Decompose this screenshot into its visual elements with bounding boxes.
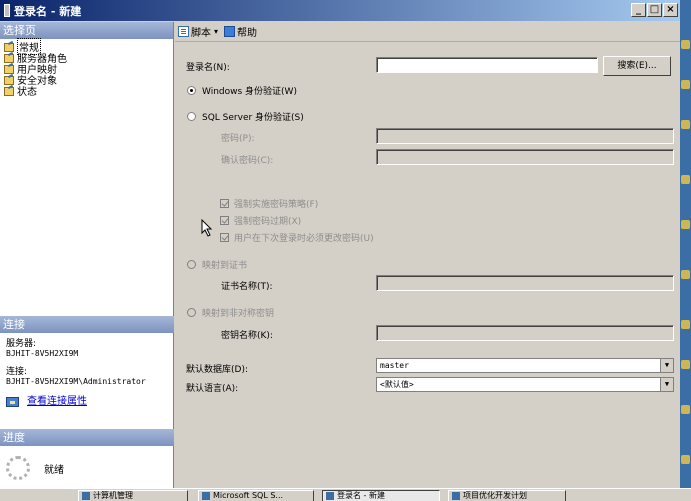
enforce-expiration-label: 强制密码过期(X)	[234, 217, 302, 227]
enforce-policy-checkbox[interactable]: 强制实施密码策略(F)	[220, 197, 318, 210]
default-lang-value: <默认值>	[380, 380, 414, 389]
main-pane: 脚本 ▾ 帮助 登录名(N): 搜索(E)... Windows 身份验证(W)…	[175, 22, 680, 488]
desktop-icon[interactable]	[681, 80, 690, 89]
radio-icon	[187, 308, 196, 317]
password-input[interactable]	[376, 128, 674, 144]
taskbar-item[interactable]: Microsoft SQL S...	[198, 490, 314, 501]
page-icon	[4, 64, 14, 74]
search-button[interactable]: 搜索(E)...	[603, 56, 671, 76]
radio-icon	[187, 112, 196, 121]
map-certificate-label: 映射到证书	[202, 261, 248, 271]
connection-header: 连接	[0, 316, 174, 333]
window-icon	[4, 4, 10, 17]
page-icon	[4, 42, 14, 52]
connection-label: 连接:	[6, 367, 28, 377]
dropdown-arrow-icon[interactable]: ▼	[660, 359, 673, 372]
maximize-button[interactable]: □	[647, 3, 662, 17]
taskbar: 计算机管理 Microsoft SQL S... 登录名 - 新建 项目优化开发…	[0, 488, 691, 501]
desktop-icon[interactable]	[681, 220, 690, 229]
close-button[interactable]: ×	[663, 3, 678, 17]
map-asym-key-radio[interactable]: 映射到非对称密钥	[187, 306, 274, 319]
page-icon	[4, 53, 14, 63]
radio-icon	[187, 86, 196, 95]
must-change-checkbox[interactable]: 用户在下次登录时必须更改密码(U)	[220, 231, 374, 244]
certificate-name-label: 证书名称(T):	[221, 282, 273, 292]
view-connection-properties-link[interactable]: 查看连接属性	[6, 397, 168, 407]
page-icon	[4, 86, 14, 96]
title-bar[interactable]: 登录名 - 新建 _ □ ×	[0, 0, 680, 21]
connection-section: 连接 服务器: BJHIT-8V5H2XI9M 连接: BJHIT-8V5H2X…	[0, 316, 174, 411]
server-label: 服务器:	[6, 339, 37, 349]
default-lang-label: 默认语言(A):	[186, 384, 239, 394]
enforce-policy-label: 强制实施密码策略(F)	[234, 200, 319, 210]
desktop-side-strip	[680, 0, 691, 501]
progress-header: 进度	[0, 429, 174, 446]
page-icon	[4, 75, 14, 85]
general-form: 登录名(N): 搜索(E)... Windows 身份验证(W) SQL Ser…	[175, 22, 680, 488]
taskbar-item[interactable]: 项目优化开发计划	[448, 490, 566, 501]
radio-icon	[187, 260, 196, 269]
enforce-expiration-checkbox[interactable]: 强制密码过期(X)	[220, 214, 301, 227]
login-new-window: 登录名 - 新建 _ □ × 选择页 常规 服务器角色 用户映射 安全对象 状态…	[0, 0, 680, 501]
server-value: BJHIT-8V5H2XI9M	[6, 349, 79, 358]
desktop-icon[interactable]	[681, 175, 690, 184]
password-label: 密码(P):	[221, 134, 255, 144]
checkbox-icon	[220, 216, 229, 225]
progress-section: 进度 就绪	[0, 429, 174, 490]
connection-value: BJHIT-8V5H2XI9M\Administrator	[6, 377, 146, 386]
select-page-header: 选择页	[0, 22, 173, 39]
desktop-icon[interactable]	[681, 455, 690, 464]
map-asym-key-label: 映射到非对称密钥	[202, 309, 275, 319]
desktop-icon[interactable]	[681, 40, 690, 49]
default-lang-select[interactable]: <默认值> ▼	[376, 377, 674, 392]
page-list: 常规 服务器角色 用户映射 安全对象 状态	[0, 38, 173, 98]
desktop-icon[interactable]	[681, 405, 690, 414]
taskbar-item[interactable]: 登录名 - 新建	[322, 490, 440, 501]
login-name-label: 登录名(N):	[186, 63, 230, 73]
key-name-input[interactable]	[376, 325, 674, 341]
progress-spinner-icon	[6, 456, 30, 480]
window-title: 登录名 - 新建	[14, 4, 82, 18]
certificate-name-input[interactable]	[376, 275, 674, 291]
desktop-icon[interactable]	[681, 320, 690, 329]
default-db-label: 默认数据库(D):	[186, 365, 248, 375]
desktop-icon[interactable]	[681, 360, 690, 369]
login-name-input[interactable]	[376, 57, 598, 73]
desktop-icon[interactable]	[681, 120, 690, 129]
confirm-password-label: 确认密码(C):	[221, 156, 274, 166]
minimize-button[interactable]: _	[631, 3, 646, 17]
link-label: 查看连接属性	[27, 396, 87, 407]
default-db-value: master	[380, 361, 409, 370]
desktop-icon[interactable]	[681, 270, 690, 279]
sql-auth-radio[interactable]: SQL Server 身份验证(S)	[187, 110, 304, 123]
key-name-label: 密钥名称(K):	[221, 331, 273, 341]
default-db-select[interactable]: master ▼	[376, 358, 674, 373]
windows-auth-label: Windows 身份验证(W)	[202, 87, 297, 97]
must-change-label: 用户在下次登录时必须更改密码(U)	[234, 234, 374, 244]
progress-status: 就绪	[44, 464, 64, 476]
taskbar-item[interactable]: 计算机管理	[78, 490, 188, 501]
map-certificate-radio[interactable]: 映射到证书	[187, 258, 247, 271]
checkbox-icon	[220, 233, 229, 242]
properties-icon	[6, 397, 19, 407]
page-label: 状态	[17, 87, 37, 98]
dropdown-arrow-icon[interactable]: ▼	[660, 378, 673, 391]
mouse-cursor-icon	[201, 219, 213, 237]
page-item-status[interactable]: 状态	[4, 85, 169, 98]
sql-auth-label: SQL Server 身份验证(S)	[202, 113, 304, 123]
checkbox-icon	[220, 199, 229, 208]
windows-auth-radio[interactable]: Windows 身份验证(W)	[187, 84, 297, 97]
left-pane: 选择页 常规 服务器角色 用户映射 安全对象 状态 连接 服务器: BJHIT-…	[0, 22, 174, 488]
confirm-password-input[interactable]	[376, 149, 674, 165]
